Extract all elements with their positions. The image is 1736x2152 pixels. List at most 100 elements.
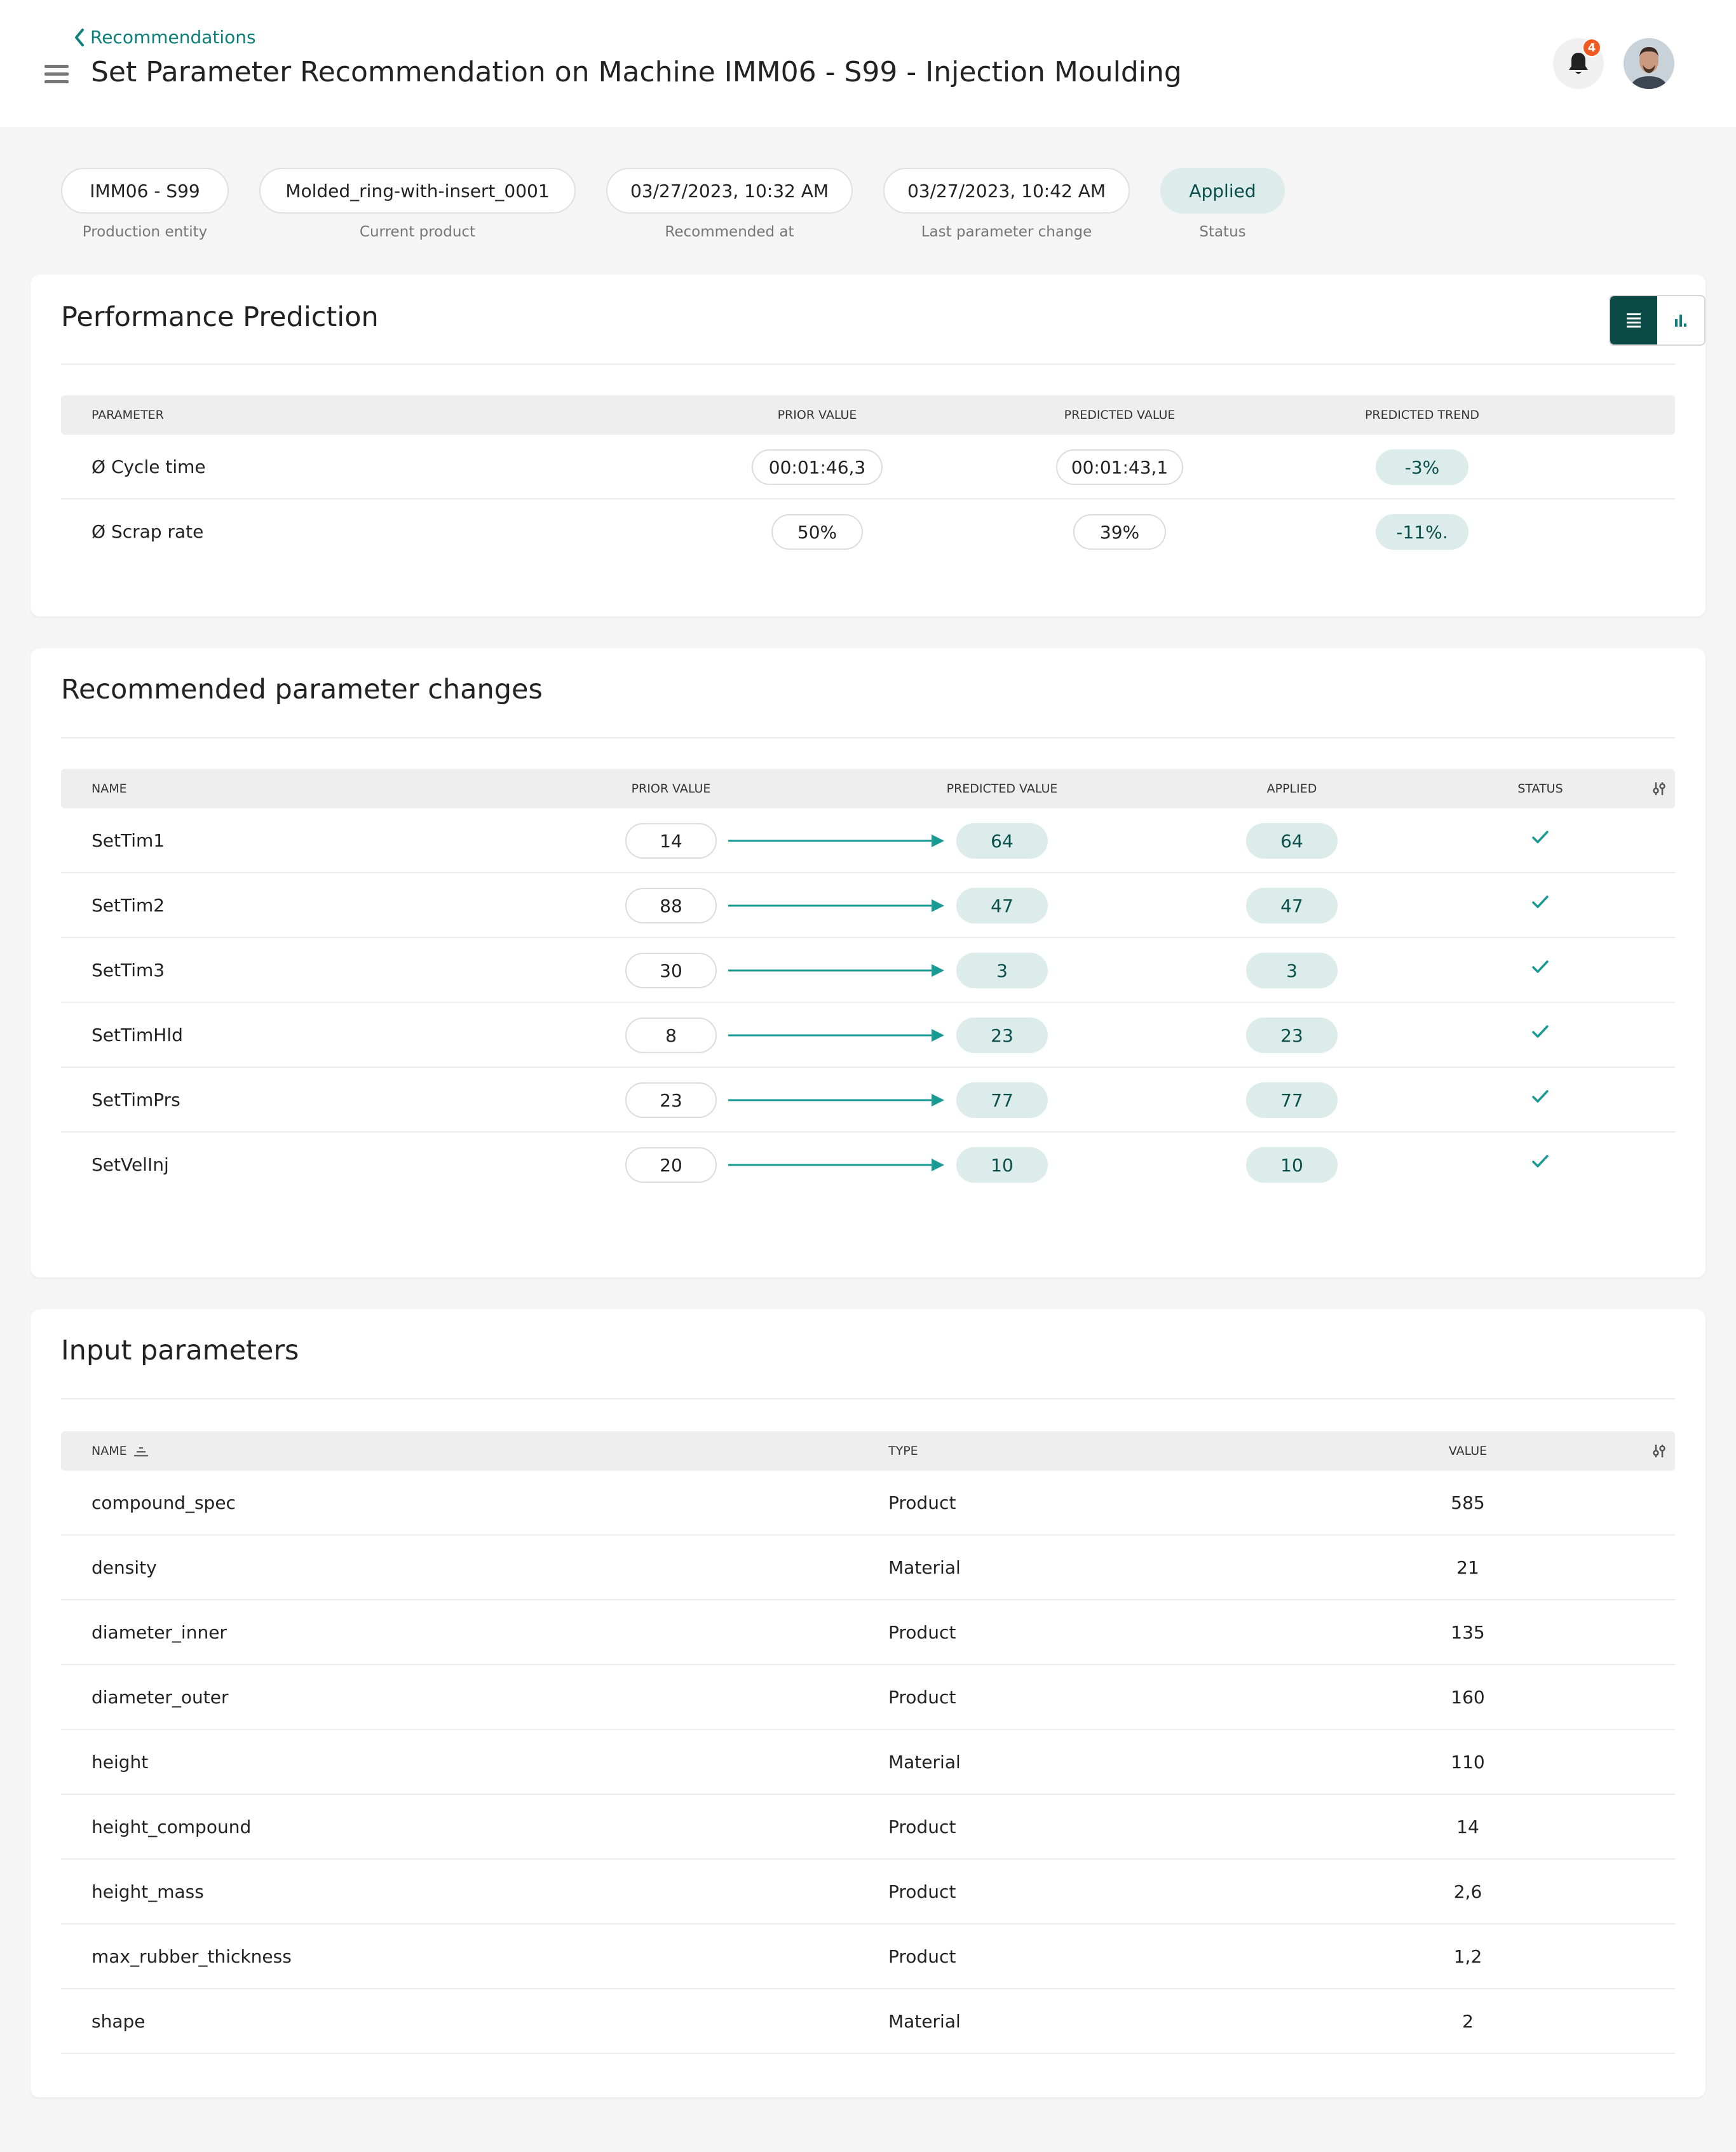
recommended-parameter-changes-title: Recommended parameter changes xyxy=(61,674,543,705)
column-header-type: TYPE xyxy=(888,1444,918,1458)
check-icon xyxy=(1532,831,1549,843)
prior-value-pill: 14 xyxy=(625,823,717,859)
card-divider xyxy=(61,1398,1675,1399)
column-settings-icon[interactable] xyxy=(1651,1443,1667,1459)
prior-value-pill: 20 xyxy=(625,1147,717,1183)
recommended-parameter-changes-card: Recommended parameter changes NAME PRIOR… xyxy=(31,648,1705,1277)
table-row: diameter_outer Product 160 xyxy=(61,1665,1675,1730)
column-header-predicted-trend: PREDICTED TREND xyxy=(1364,408,1480,422)
input-type: Material xyxy=(888,2011,961,2032)
parameter-name: Ø Cycle time xyxy=(92,456,206,477)
input-name: diameter_outer xyxy=(92,1687,229,1708)
production-entity-label: Production entity xyxy=(82,224,208,240)
status-badge: Applied xyxy=(1160,168,1285,214)
predicted-value-pill: 47 xyxy=(956,888,1048,923)
predicted-trend-badge: -3% xyxy=(1376,449,1468,485)
info-recommended-at: 03/27/2023, 10:32 AM Recommended at xyxy=(606,168,853,240)
applied-value-pill: 23 xyxy=(1246,1018,1338,1053)
input-value: 2,6 xyxy=(1453,1881,1482,1902)
recommended-table-header: NAME PRIOR VALUE PREDICTED VALUE APPLIED… xyxy=(61,769,1675,808)
table-row: SetTim1 14 64 64 xyxy=(61,808,1675,873)
column-header-applied: APPLIED xyxy=(1266,782,1317,796)
input-type: Material xyxy=(888,1557,961,1578)
parameter-name: SetTim2 xyxy=(92,895,165,916)
input-name: max_rubber_thickness xyxy=(92,1946,292,1967)
check-icon xyxy=(1532,896,1549,908)
table-row: height_compound Product 14 xyxy=(61,1795,1675,1860)
notification-count-badge: 4 xyxy=(1582,38,1601,57)
arrow-right-icon xyxy=(728,1094,944,1107)
input-value: 585 xyxy=(1451,1492,1485,1513)
prior-value-pill: 88 xyxy=(625,888,717,923)
input-value: 160 xyxy=(1451,1687,1485,1708)
column-header-name: NAME xyxy=(92,782,127,796)
input-value: 1,2 xyxy=(1453,1946,1482,1967)
column-header-prior-value: PRIOR VALUE xyxy=(631,782,711,796)
input-name: density xyxy=(92,1557,157,1578)
performance-prediction-card: Performance Prediction PARAMETER PRIOR V… xyxy=(31,275,1705,616)
column-header-name[interactable]: NAME xyxy=(92,1431,149,1471)
current-product-label: Current product xyxy=(359,224,476,240)
prior-value-pill: 8 xyxy=(625,1018,717,1053)
applied-value-pill: 3 xyxy=(1246,953,1338,988)
list-icon xyxy=(1627,313,1641,328)
sort-icon[interactable] xyxy=(133,1445,149,1458)
page-title: Set Parameter Recommendation on Machine … xyxy=(91,56,1182,88)
check-icon xyxy=(1532,1155,1549,1168)
input-name: compound_spec xyxy=(92,1492,236,1513)
prior-value-pill: 00:01:46,3 xyxy=(752,449,883,485)
top-header: Recommendations Set Parameter Recommenda… xyxy=(0,0,1736,127)
predicted-value-pill: 3 xyxy=(956,953,1048,988)
table-row: compound_spec Product 585 xyxy=(61,1471,1675,1536)
list-view-button[interactable] xyxy=(1610,296,1657,344)
arrow-right-icon xyxy=(728,834,944,847)
input-value: 110 xyxy=(1451,1752,1485,1773)
table-row: diameter_inner Product 135 xyxy=(61,1600,1675,1665)
prior-value-pill: 50% xyxy=(771,514,863,550)
back-link-label: Recommendations xyxy=(90,27,256,48)
input-type: Material xyxy=(888,1752,961,1773)
back-to-recommendations-link[interactable]: Recommendations xyxy=(74,27,256,48)
predicted-value-pill: 77 xyxy=(956,1082,1048,1118)
info-last-parameter-change: 03/27/2023, 10:42 AM Last parameter chan… xyxy=(883,168,1130,240)
table-row: height Material 110 xyxy=(61,1730,1675,1795)
column-header-parameter: PARAMETER xyxy=(92,408,164,422)
input-type: Product xyxy=(888,1687,956,1708)
chart-view-button[interactable] xyxy=(1657,296,1704,344)
input-type: Product xyxy=(888,1881,956,1902)
info-current-product: Molded_ring-with-insert_0001 Current pro… xyxy=(259,168,576,240)
predicted-value-pill: 39% xyxy=(1073,514,1166,550)
input-name: diameter_inner xyxy=(92,1622,227,1643)
parameter-name: SetVelInj xyxy=(92,1154,169,1175)
table-row: SetTimPrs 23 77 77 xyxy=(61,1068,1675,1133)
table-row: Ø Scrap rate 50% 39% -11%. xyxy=(61,500,1675,564)
applied-value-pill: 10 xyxy=(1246,1147,1338,1183)
input-type: Product xyxy=(888,1816,956,1837)
card-divider xyxy=(61,737,1675,739)
column-header-status: STATUS xyxy=(1517,782,1563,796)
recommended-at-pill: 03/27/2023, 10:32 AM xyxy=(606,168,853,214)
table-row: SetTim2 88 47 47 xyxy=(61,873,1675,938)
info-production-entity: IMM06 - S99 Production entity xyxy=(61,168,229,240)
table-row: Ø Cycle time 00:01:46,3 00:01:43,1 -3% xyxy=(61,435,1675,500)
arrow-right-icon xyxy=(728,964,944,977)
check-icon xyxy=(1532,960,1549,973)
input-value: 135 xyxy=(1451,1622,1485,1643)
input-name: height_compound xyxy=(92,1816,252,1837)
table-row: SetVelInj 20 10 10 xyxy=(61,1133,1675,1197)
avatar[interactable] xyxy=(1624,38,1674,89)
hamburger-icon[interactable] xyxy=(44,65,69,85)
bar-chart-icon xyxy=(1675,315,1686,327)
check-icon xyxy=(1532,1025,1549,1038)
check-icon xyxy=(1532,1090,1549,1103)
applied-value-pill: 77 xyxy=(1246,1082,1338,1118)
arrow-right-icon xyxy=(728,899,944,912)
column-header-predicted-value: PREDICTED VALUE xyxy=(1064,408,1176,422)
input-table-header: NAME TYPE VALUE xyxy=(61,1431,1675,1471)
info-status: Applied Status xyxy=(1160,168,1285,240)
input-value: 14 xyxy=(1456,1816,1479,1837)
arrow-right-icon xyxy=(728,1029,944,1042)
last-parameter-change-pill: 03/27/2023, 10:42 AM xyxy=(883,168,1130,214)
last-parameter-change-label: Last parameter change xyxy=(921,224,1092,240)
column-settings-icon[interactable] xyxy=(1651,780,1667,797)
